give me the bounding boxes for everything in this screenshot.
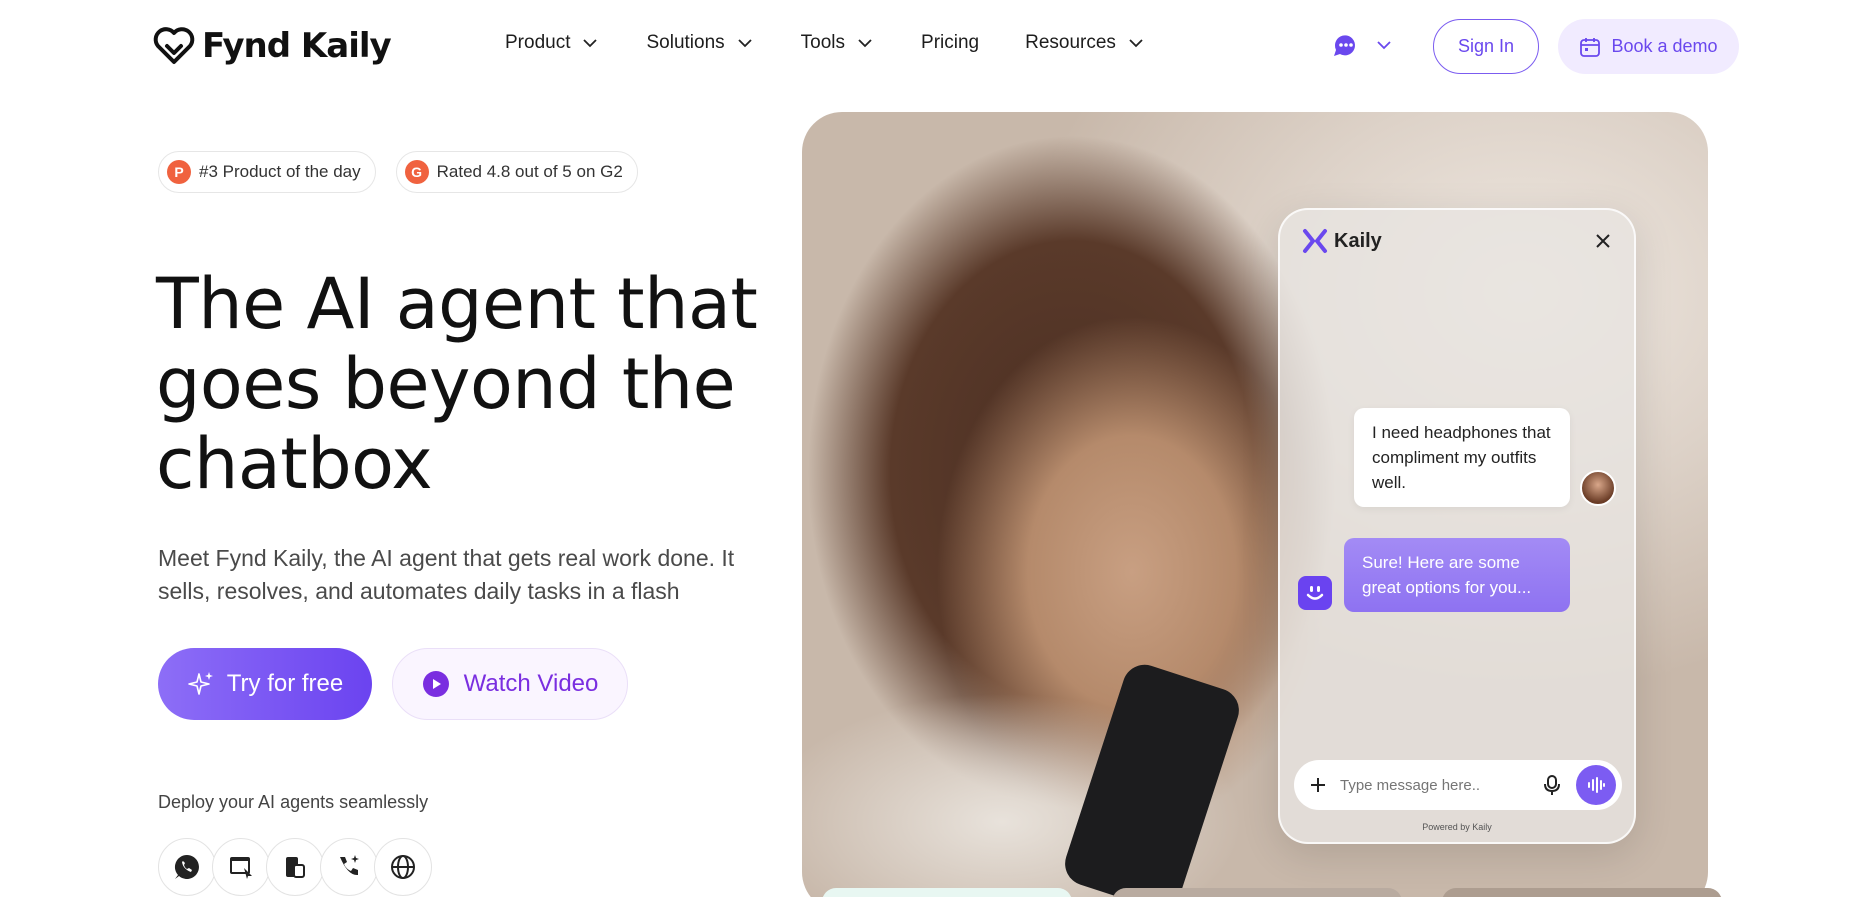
- user-message-bubble: I need headphones that compliment my out…: [1354, 408, 1570, 507]
- book-demo-button[interactable]: Book a demo: [1558, 19, 1739, 74]
- sparkle-icon: [187, 672, 213, 695]
- brand-logo[interactable]: Fynd Kaily: [152, 24, 392, 68]
- nav-item-resources[interactable]: Resources: [1025, 32, 1146, 54]
- voice-call-icon: [340, 855, 359, 876]
- channel-icons: [158, 838, 432, 896]
- chat-input-bar: [1294, 760, 1622, 810]
- channel-app[interactable]: [266, 838, 324, 896]
- globe-icon: [391, 855, 415, 879]
- chat-header: Kaily: [1302, 228, 1382, 254]
- close-icon[interactable]: [1592, 230, 1614, 252]
- card-peek: [1112, 888, 1402, 897]
- top-nav: Fynd Kaily Product Solutions Tools Prici…: [0, 0, 1868, 92]
- nav-item-label: Product: [505, 32, 571, 53]
- chevron-down-icon: [858, 39, 872, 48]
- nav-item-label: Tools: [800, 32, 846, 53]
- hero-subtitle: Meet Fynd Kaily, the AI agent that gets …: [158, 545, 735, 604]
- brand-name: Fynd Kaily: [202, 26, 392, 66]
- bottom-cards-peek: [822, 888, 1722, 897]
- play-icon: [422, 671, 449, 697]
- card-peek: [822, 888, 1072, 897]
- channel-whatsapp[interactable]: [158, 838, 216, 896]
- microphone-icon[interactable]: [1540, 773, 1564, 797]
- try-for-free-button[interactable]: Try for free: [158, 648, 372, 720]
- deploy-label: Deploy your AI agents seamlessly: [158, 792, 429, 812]
- plus-icon[interactable]: [1308, 775, 1328, 795]
- try-label: Try for free: [226, 670, 344, 697]
- headline-line-3: chatbox: [156, 423, 433, 505]
- badge-text: #3 Product of the day: [199, 162, 361, 181]
- watch-video-button[interactable]: Watch Video: [392, 648, 628, 720]
- producthunt-icon: P: [167, 160, 191, 184]
- channel-voice-call[interactable]: [320, 838, 378, 896]
- watch-label: Watch Video: [463, 670, 599, 697]
- nav-item-product[interactable]: Product: [505, 32, 600, 54]
- card-peek: [1442, 888, 1722, 897]
- page-title: The AI agent that goes beyond the chatbo…: [156, 264, 776, 504]
- badge-text: Rated 4.8 out of 5 on G2: [436, 162, 623, 181]
- bot-message-bubble: Sure! Here are some great options for yo…: [1344, 538, 1570, 612]
- fynd-heart-logo-icon: [153, 27, 195, 64]
- whatsapp-icon: [174, 854, 199, 879]
- bot-avatar-icon: [1298, 576, 1332, 610]
- chat-widget-preview: Kaily I need headphones that compliment …: [1278, 208, 1636, 844]
- g2-icon: G: [404, 160, 429, 184]
- book-demo-label: Book a demo: [1611, 36, 1718, 56]
- chevron-down-icon: [583, 39, 598, 48]
- channel-web-widget[interactable]: [212, 838, 270, 896]
- powered-by-label: Powered by Kaily: [1422, 822, 1492, 832]
- chat-language-icon: [1334, 35, 1355, 56]
- award-badges: P #3 Product of the day G Rated 4.8 out …: [158, 151, 638, 193]
- app-icon: [286, 857, 305, 878]
- chevron-down-icon: [1377, 41, 1391, 50]
- channel-web[interactable]: [374, 838, 432, 896]
- web-widget-icon: [230, 857, 252, 879]
- chat-message-input[interactable]: [1340, 776, 1540, 794]
- language-selector[interactable]: [1330, 30, 1394, 60]
- nav-item-pricing[interactable]: Pricing: [921, 32, 979, 54]
- badge-g2-rating[interactable]: G Rated 4.8 out of 5 on G2: [395, 151, 638, 193]
- headline-line-2: goes beyond the: [156, 343, 736, 425]
- sign-in-button[interactable]: Sign In: [1433, 19, 1539, 74]
- avatar: [1580, 470, 1616, 506]
- audio-wave-icon: [1588, 777, 1605, 793]
- headline-line-1: The AI agent that: [156, 263, 758, 345]
- voice-mode-button[interactable]: [1576, 765, 1616, 805]
- calendar-icon: [1580, 37, 1601, 57]
- nav-item-label: Resources: [1025, 32, 1116, 53]
- chevron-down-icon: [738, 39, 752, 48]
- kaily-logo-icon: [1303, 229, 1327, 253]
- nav-links: Product Solutions Tools Pricing Resource…: [505, 32, 1192, 54]
- nav-item-label: Solutions: [646, 32, 725, 53]
- chat-title: Kaily: [1334, 229, 1382, 252]
- photo-shade: [802, 672, 1322, 897]
- nav-item-solutions[interactable]: Solutions: [646, 32, 754, 54]
- nav-item-label: Pricing: [921, 32, 980, 53]
- nav-item-tools[interactable]: Tools: [801, 32, 875, 54]
- chevron-down-icon: [1129, 39, 1143, 48]
- badge-product-of-day[interactable]: P #3 Product of the day: [158, 151, 376, 193]
